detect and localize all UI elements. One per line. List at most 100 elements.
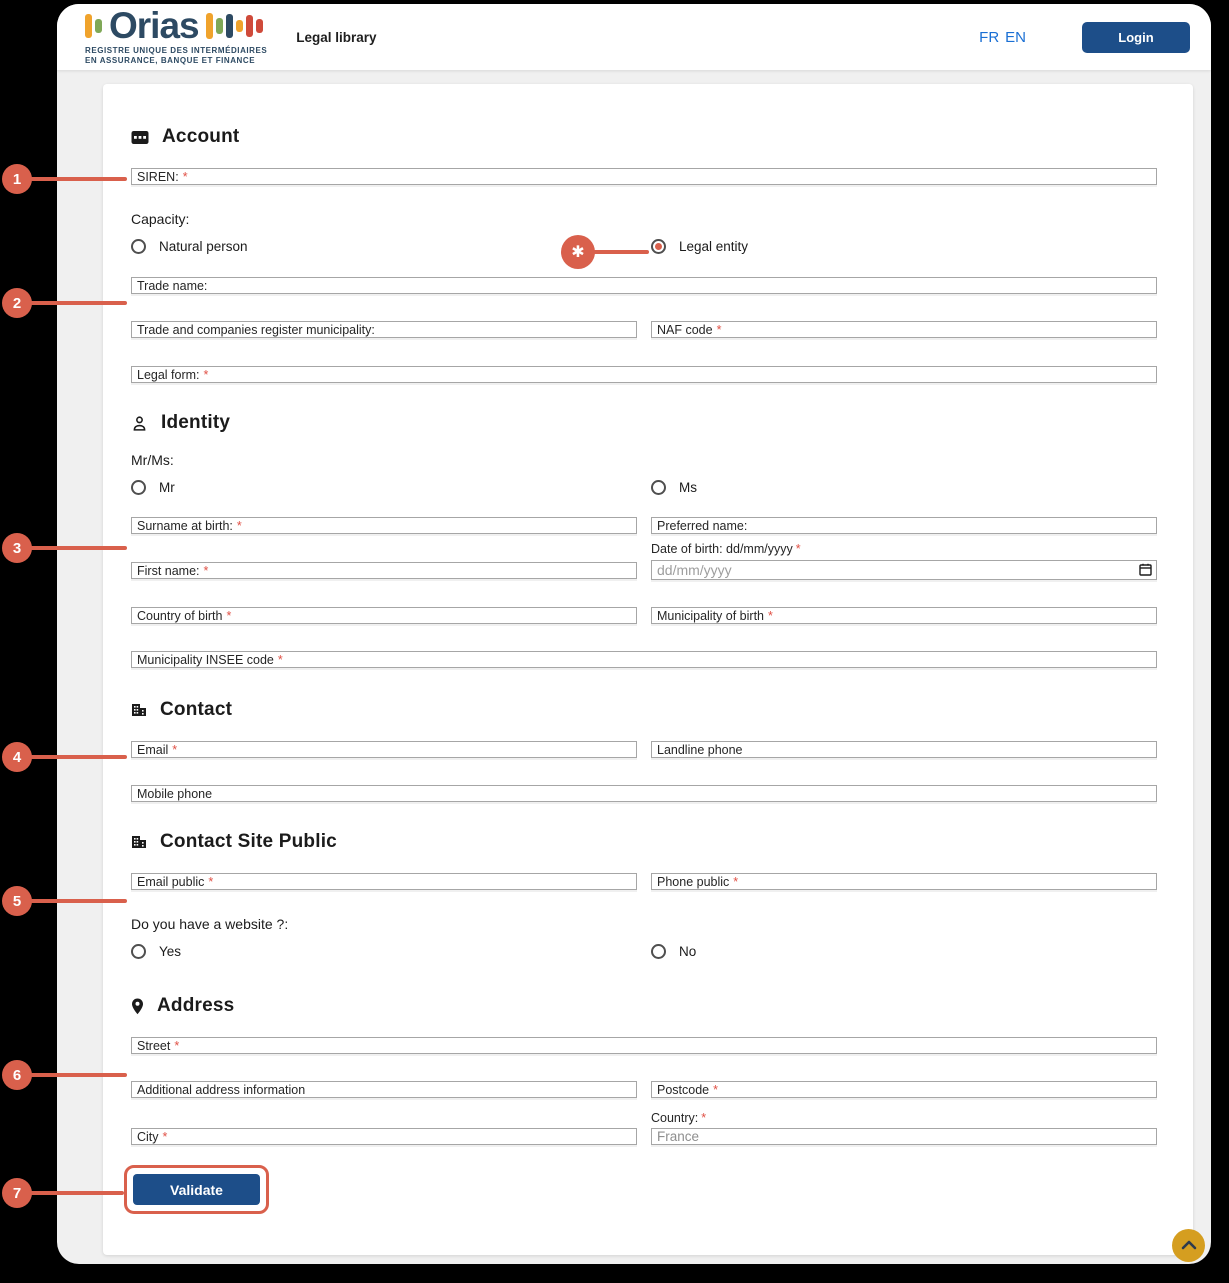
building-icon — [131, 834, 147, 850]
orias-logo[interactable]: Orias REGISTRE UNIQUE DES INTERMÉDIAIRES… — [85, 9, 267, 66]
postcode-field[interactable]: Postcode * — [651, 1081, 1157, 1098]
city-label: City — [137, 1130, 159, 1144]
preferred-name-field[interactable]: Preferred name: — [651, 517, 1157, 534]
annotation-badge-5: 5 — [2, 886, 32, 916]
site-header: Orias REGISTRE UNIQUE DES INTERMÉDIAIRES… — [57, 4, 1211, 70]
dob-label-row: Date of birth: dd/mm/yyyy* — [651, 542, 1157, 556]
chevron-up-icon — [1181, 1238, 1197, 1253]
insee-code-field[interactable]: Municipality INSEE code * — [131, 651, 1157, 668]
annotation-line-6 — [30, 1073, 127, 1077]
annotation-line-5 — [30, 899, 127, 903]
surname-field[interactable]: Surname at birth: * — [131, 517, 637, 534]
logo-bars-right-icon — [206, 13, 263, 39]
required-marker: * — [796, 542, 801, 556]
browser-page: Orias REGISTRE UNIQUE DES INTERMÉDIAIRES… — [57, 4, 1211, 1264]
municipality-of-birth-label: Municipality of birth — [657, 609, 764, 623]
trade-name-field[interactable]: Trade name: — [131, 277, 1157, 294]
required-marker: * — [172, 743, 177, 757]
legal-form-label: Legal form: — [137, 368, 200, 382]
no-label: No — [679, 944, 696, 959]
location-pin-icon — [131, 998, 144, 1015]
annotation-line-2 — [30, 301, 127, 305]
required-marker: * — [183, 170, 188, 184]
annotation-line-1 — [30, 177, 127, 181]
annotation-line-3 — [30, 546, 127, 550]
register-naf-row: Trade and companies register municipalit… — [131, 321, 1157, 338]
required-marker: * — [713, 1083, 718, 1097]
siren-label: SIREN: — [137, 170, 179, 184]
radio-website-yes[interactable]: Yes — [131, 944, 637, 959]
dob-label: Date of birth: dd/mm/yyyy — [651, 542, 793, 556]
country-label: Country: — [651, 1111, 698, 1125]
street-field[interactable]: Street * — [131, 1037, 1157, 1054]
email-field[interactable]: Email * — [131, 741, 637, 758]
email-public-label: Email public — [137, 875, 204, 889]
city-field[interactable]: City * — [131, 1128, 637, 1145]
radio-circle-icon — [651, 480, 666, 495]
first-name-field[interactable]: First name: * — [131, 562, 637, 579]
scroll-to-top-button[interactable] — [1172, 1229, 1205, 1262]
dob-input[interactable] — [651, 560, 1157, 580]
radio-ms[interactable]: Ms — [651, 480, 1157, 495]
email-landline-row: Email * Landline phone — [131, 741, 1157, 758]
lang-fr-link[interactable]: FR — [979, 29, 999, 46]
landline-phone-field[interactable]: Landline phone — [651, 741, 1157, 758]
radio-circle-icon — [131, 239, 146, 254]
section-header-address: Address — [131, 995, 1157, 1017]
radio-legal-entity[interactable]: Legal entity — [651, 239, 1157, 254]
required-marker: * — [163, 1130, 168, 1144]
country-of-birth-field[interactable]: Country of birth * — [131, 607, 637, 624]
first-name-label: First name: — [137, 564, 200, 578]
radio-circle-icon — [131, 944, 146, 959]
surname-label: Surname at birth: — [137, 519, 233, 533]
surname-preferred-row: Surname at birth: * Preferred name: — [131, 517, 1157, 534]
phone-public-field[interactable]: Phone public * — [651, 873, 1157, 890]
radio-website-no[interactable]: No — [651, 944, 1157, 959]
website-question-label: Do you have a website ?: — [131, 916, 1157, 932]
required-marker: * — [208, 875, 213, 889]
annotation-asterisk-badge: ✱ — [561, 235, 595, 269]
street-label: Street — [137, 1039, 170, 1053]
capacity-label: Capacity: — [131, 211, 1157, 227]
section-header-contact: Contact — [131, 699, 1157, 721]
email-public-field[interactable]: Email public * — [131, 873, 637, 890]
required-marker: * — [226, 609, 231, 623]
annotation-badge-3: 3 — [2, 533, 32, 563]
login-button[interactable]: Login — [1082, 22, 1190, 53]
section-title-contact: Contact — [160, 699, 232, 721]
birth-location-row: Country of birth * Municipality of birth… — [131, 607, 1157, 624]
registration-form-card: Account SIREN: * Capacity: Natural perso… — [103, 84, 1193, 1255]
language-switch: FR EN — [979, 29, 1026, 46]
section-header-account: Account — [131, 126, 1157, 148]
mr-label: Mr — [159, 480, 175, 495]
register-municipality-field[interactable]: Trade and companies register municipalit… — [131, 321, 637, 338]
logo-tagline-line1: REGISTRE UNIQUE DES INTERMÉDIAIRES — [85, 46, 267, 56]
required-marker: * — [768, 609, 773, 623]
mobile-phone-field[interactable]: Mobile phone — [131, 785, 1157, 802]
required-marker: * — [733, 875, 738, 889]
annotation-badge-2: 2 — [2, 288, 32, 318]
validate-button[interactable]: Validate — [133, 1174, 260, 1205]
additional-address-field[interactable]: Additional address information — [131, 1081, 637, 1098]
landline-phone-label: Landline phone — [657, 743, 743, 757]
radio-mr[interactable]: Mr — [131, 480, 637, 495]
naf-code-field[interactable]: NAF code * — [651, 321, 1157, 338]
required-marker: * — [204, 564, 209, 578]
siren-field[interactable]: SIREN: * — [131, 168, 1157, 185]
ms-label: Ms — [679, 480, 697, 495]
section-title-identity: Identity — [161, 412, 230, 434]
annotation-asterisk-line — [593, 250, 649, 254]
country-group: Country:* — [651, 1111, 1157, 1146]
municipality-of-birth-field[interactable]: Municipality of birth * — [651, 607, 1157, 624]
country-input[interactable] — [651, 1128, 1157, 1145]
legal-entity-label: Legal entity — [679, 239, 748, 254]
firstname-dob-row: First name: * Date of birth: dd/mm/yyyy* — [131, 542, 1157, 580]
header-right: FR EN Login — [979, 22, 1190, 53]
legal-form-field[interactable]: Legal form: * — [131, 366, 1157, 383]
calendar-icon[interactable] — [1139, 563, 1152, 581]
lang-en-link[interactable]: EN — [1005, 29, 1026, 46]
required-marker: * — [701, 1111, 706, 1125]
nav-title: Legal library — [296, 30, 376, 45]
annotation-badge-6: 6 — [2, 1060, 32, 1090]
country-of-birth-label: Country of birth — [137, 609, 222, 623]
